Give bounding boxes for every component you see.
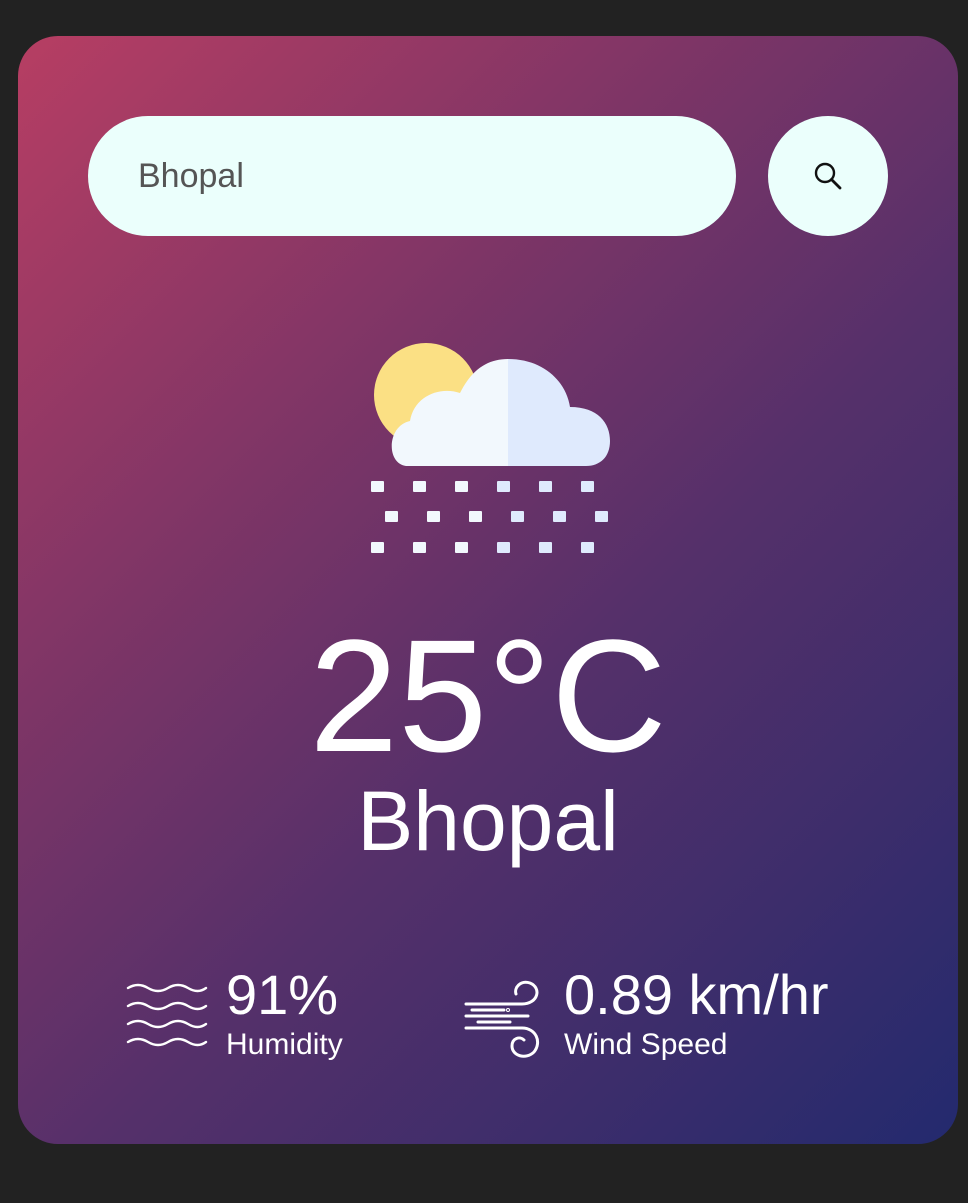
weather-icon <box>368 341 613 556</box>
partly-cloudy-snow-icon <box>371 343 610 553</box>
wind-speed-label: Wind Speed <box>564 1028 728 1061</box>
search-icon <box>814 162 842 190</box>
wind-speed-value: 0.89 km/hr <box>564 963 829 1026</box>
humidity-detail: 91% Humidity <box>126 964 343 1062</box>
temperature-value: 25°C <box>309 606 667 785</box>
search-box[interactable] <box>88 116 736 236</box>
search-button[interactable] <box>768 116 888 236</box>
humidity-waves-icon <box>126 983 208 1047</box>
search-input[interactable] <box>138 156 686 196</box>
city-name: Bhopal <box>357 774 619 868</box>
humidity-label: Humidity <box>226 1028 343 1061</box>
humidity-value: 91% <box>226 963 339 1026</box>
weather-card: 25°C Bhopal 91% Humidity <box>18 36 958 1144</box>
wind-icon <box>464 980 539 1058</box>
wind-detail: 0.89 km/hr Wind Speed <box>464 964 829 1062</box>
